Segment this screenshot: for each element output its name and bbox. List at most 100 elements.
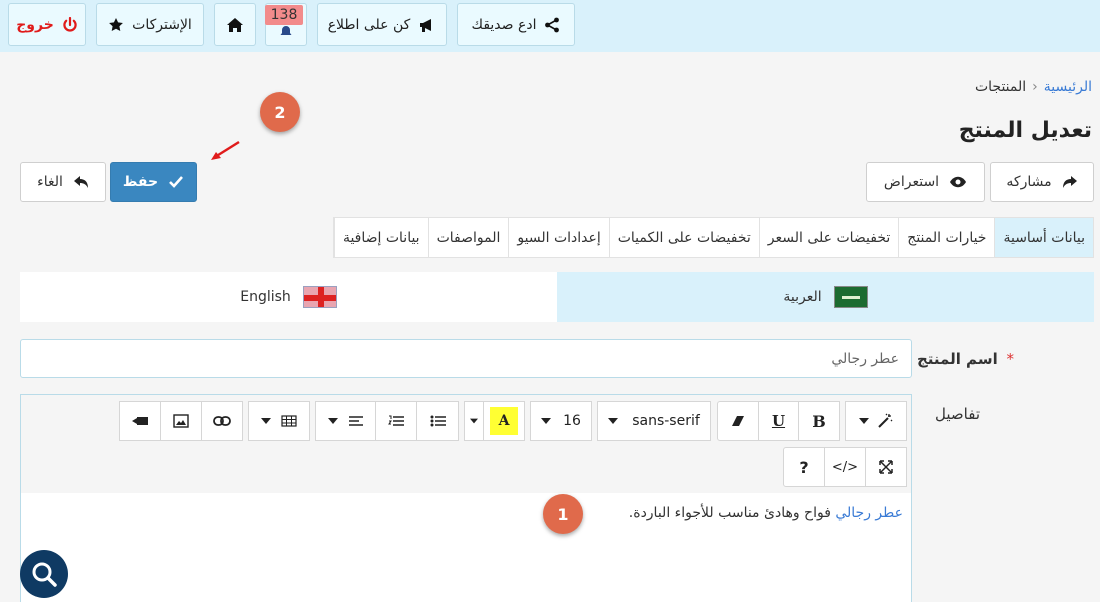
share-icon	[545, 17, 560, 32]
language-arabic-tab[interactable]: العربية	[557, 272, 1094, 322]
language-english-tab[interactable]: English	[20, 272, 557, 322]
required-mark: *	[1006, 350, 1015, 368]
tab-basic-data[interactable]: بيانات أساسية	[994, 218, 1093, 257]
expand-icon	[879, 460, 893, 474]
stay-informed-button[interactable]: كن على اطلاع	[317, 3, 447, 46]
invite-friend-button[interactable]: ادع صديقك	[457, 3, 575, 46]
pointer-arrow-icon	[211, 140, 240, 160]
breadcrumb-home-link[interactable]: الرئيسية	[1044, 79, 1092, 95]
cancel-label: الغاء	[37, 174, 63, 190]
editor-content-link[interactable]: عطر رجالي	[835, 505, 903, 521]
font-family-dropdown[interactable]: sans-serif	[597, 401, 711, 441]
bold-button[interactable]: B	[798, 401, 840, 441]
eraser-icon	[732, 416, 744, 426]
code-view-button[interactable]: </>	[824, 447, 866, 487]
save-button[interactable]: حفظ	[110, 162, 197, 202]
align-icon	[348, 416, 363, 426]
check-icon	[169, 176, 184, 188]
help-button[interactable]: ?	[783, 447, 825, 487]
page-title: تعديل المنتج	[958, 118, 1092, 143]
editor-paragraph: عطر رجالي فواح وهادئ مناسب للأجواء البار…	[629, 505, 903, 521]
notifications-count-badge: 138	[265, 5, 303, 25]
reply-arrow-icon	[73, 176, 88, 188]
uk-flag-icon	[302, 286, 337, 308]
magic-wand-icon	[878, 413, 893, 428]
search-icon	[32, 562, 57, 587]
breadcrumb: الرئيسية ‹ المنتجات	[975, 79, 1092, 95]
highlight-color-dropdown[interactable]	[464, 401, 484, 441]
insert-image-button[interactable]	[160, 401, 202, 441]
star-icon	[109, 17, 124, 31]
caret-down-icon	[859, 418, 869, 424]
fullscreen-button[interactable]	[865, 447, 907, 487]
caret-down-icon	[327, 418, 338, 424]
details-label: تفاصيل	[935, 405, 980, 423]
tab-seo-settings[interactable]: إعدادات السيو	[508, 218, 608, 257]
caret-down-icon	[470, 418, 478, 424]
insert-video-button[interactable]	[119, 401, 161, 441]
eraser-button[interactable]	[717, 401, 759, 441]
invite-friend-label: ادع صديقك	[471, 16, 537, 33]
save-label: حفظ	[122, 174, 159, 190]
eye-icon	[950, 176, 967, 188]
bell-icon	[280, 25, 292, 35]
product-name-label: اسم المنتج	[916, 350, 998, 368]
editor-content-text: فواح وهادئ مناسب للأجواء الباردة.	[628, 505, 836, 521]
bullet-list-icon	[430, 415, 446, 427]
ordered-list-button[interactable]	[375, 401, 417, 441]
preview-label: استعراض	[883, 174, 940, 190]
font-size-dropdown[interactable]: 16	[530, 401, 592, 441]
step-marker-2: 2	[260, 92, 300, 132]
underline-button[interactable]: U	[758, 401, 799, 441]
magic-format-dropdown[interactable]	[845, 401, 907, 441]
preview-button[interactable]: استعراض	[866, 162, 985, 202]
video-icon	[132, 417, 148, 425]
home-icon	[227, 17, 243, 32]
image-icon	[173, 414, 189, 428]
link-icon	[213, 416, 231, 426]
caret-down-icon	[261, 418, 271, 424]
table-icon	[281, 415, 297, 427]
highlight-color-button[interactable]: A	[483, 401, 525, 441]
power-icon	[63, 16, 77, 32]
logout-label: خروج	[16, 16, 54, 33]
share-arrow-icon	[1062, 176, 1077, 188]
numbered-list-icon	[388, 415, 404, 426]
product-tabs: بيانات أساسية خيارات المنتج تخفيضات على …	[332, 217, 1094, 258]
share-product-label: مشاركه	[1006, 174, 1052, 190]
share-product-button[interactable]: مشاركه	[990, 162, 1094, 202]
tab-additional-data[interactable]: بيانات إضافية	[333, 218, 428, 257]
tab-specifications[interactable]: المواصفات	[427, 218, 509, 257]
tab-quantity-discounts[interactable]: تخفيضات على الكميات	[608, 218, 759, 257]
editor-content-area[interactable]: عطر رجالي فواح وهادئ مناسب للأجواء البار…	[21, 493, 911, 602]
paragraph-align-dropdown[interactable]	[315, 401, 376, 441]
breadcrumb-current: المنتجات	[974, 79, 1027, 95]
top-bar: خروج الإشتركات 138 كن على اطلاع ادع صديق…	[0, 0, 1100, 52]
caret-down-icon	[608, 418, 619, 424]
subscriptions-button[interactable]: الإشتركات	[96, 3, 204, 46]
table-dropdown[interactable]	[248, 401, 310, 441]
floating-search-button[interactable]	[20, 550, 68, 598]
cancel-button[interactable]: الغاء	[20, 162, 106, 202]
stay-informed-label: كن على اطلاع	[327, 16, 411, 33]
saudi-flag-icon	[833, 286, 868, 308]
product-name-input[interactable]	[20, 339, 912, 378]
language-arabic-label: العربية	[783, 289, 822, 305]
step-marker-1: 1	[543, 494, 583, 534]
highlight-letter: A	[489, 407, 519, 435]
language-english-label: English	[240, 289, 291, 305]
details-editor: B U sans-serif 16 A </> ? عطر رجالي فواح…	[20, 394, 912, 602]
language-switcher: English العربية	[20, 272, 1094, 322]
subscriptions-label: الإشتركات	[132, 16, 192, 33]
product-name-label-row: * اسم المنتج	[917, 350, 1014, 368]
caret-down-icon	[541, 418, 552, 424]
unordered-list-button[interactable]	[416, 401, 459, 441]
logout-button[interactable]: خروج	[8, 3, 86, 46]
tab-product-options[interactable]: خيارات المنتج	[898, 218, 994, 257]
font-family-value: sans-serif	[632, 413, 700, 429]
home-button[interactable]	[214, 3, 256, 46]
insert-link-button[interactable]	[201, 401, 243, 441]
tab-price-discounts[interactable]: تخفيضات على السعر	[758, 218, 899, 257]
breadcrumb-separator: ‹	[1032, 79, 1038, 95]
font-size-value: 16	[563, 413, 581, 429]
